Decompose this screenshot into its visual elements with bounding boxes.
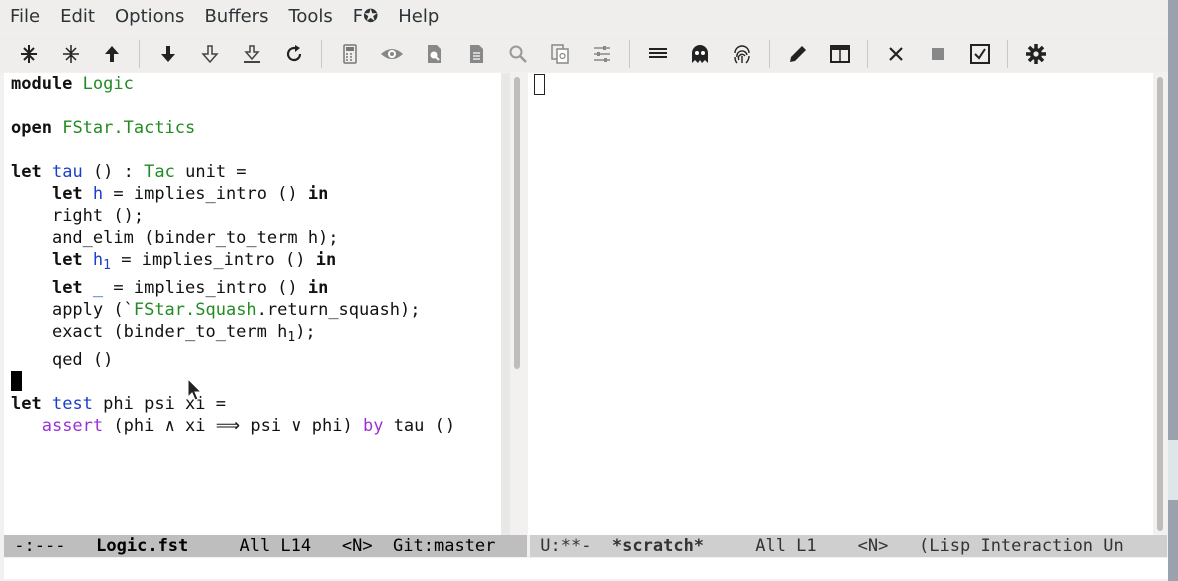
menu-file[interactable]: File xyxy=(0,0,50,33)
window-icon[interactable] xyxy=(827,41,853,67)
scrollbar-right[interactable] xyxy=(1153,73,1167,535)
checkbox-icon[interactable] xyxy=(967,41,993,67)
window-divider[interactable] xyxy=(501,73,510,535)
toolbar xyxy=(0,34,1168,72)
magnify-icon[interactable] xyxy=(505,41,531,67)
menu-options[interactable]: Options xyxy=(105,0,194,33)
list-icon[interactable] xyxy=(645,41,671,67)
fingerprint-icon[interactable] xyxy=(729,41,755,67)
calculator-icon[interactable] xyxy=(337,41,363,67)
ghost-icon[interactable] xyxy=(687,41,713,67)
buffer-position: All L14 xyxy=(239,536,312,556)
scrollbar-thumb[interactable] xyxy=(1157,77,1163,531)
git-branch[interactable]: Git:master xyxy=(393,536,495,556)
scrollbar-thumb[interactable] xyxy=(514,77,520,369)
arrow-up-icon[interactable] xyxy=(99,41,125,67)
minibuffer[interactable] xyxy=(4,558,1168,579)
eye-icon[interactable] xyxy=(379,41,405,67)
buffer-status: -:--- xyxy=(14,536,66,556)
skip-to-bottom-icon[interactable] xyxy=(16,41,42,67)
sliders-icon[interactable] xyxy=(589,41,615,67)
zoom-page-icon[interactable] xyxy=(421,41,447,67)
code-line: let h1 = implies_intro () in xyxy=(51,250,337,273)
desktop-background xyxy=(1168,0,1178,581)
buffer-position: All L1 xyxy=(755,536,817,556)
reload-icon[interactable] xyxy=(281,41,307,67)
code-line: assert (phi ∧ xi ⟹ psi ∨ phi) by tau () xyxy=(41,416,456,436)
text-cursor xyxy=(11,371,22,391)
menu-fstar[interactable]: F✪ xyxy=(343,0,388,33)
mouse-pointer-icon xyxy=(187,377,203,406)
scrollbar-left[interactable] xyxy=(510,73,524,535)
code-line xyxy=(11,371,22,393)
code-line: apply (`FStar.Squash.return_squash); xyxy=(51,300,421,320)
code-line: exact (binder_to_term h1); xyxy=(51,322,316,345)
buffer-name[interactable]: *scratch* xyxy=(612,536,704,556)
code-area[interactable]: module Logic open FStar.Tactics let tau … xyxy=(11,73,455,436)
code-line: qed () xyxy=(51,350,114,370)
buffer-name[interactable]: Logic.fst xyxy=(96,536,188,556)
menu-edit[interactable]: Edit xyxy=(50,0,105,33)
close-icon[interactable] xyxy=(883,41,909,67)
document-icon[interactable] xyxy=(463,41,489,67)
major-mode[interactable]: (Lisp Interaction Un xyxy=(919,536,1124,556)
code-line: module Logic xyxy=(11,74,134,94)
gear-icon[interactable] xyxy=(1023,41,1049,67)
pencil-icon[interactable] xyxy=(785,41,811,67)
buffer-status: U:**- xyxy=(540,536,592,556)
arrow-down-icon[interactable] xyxy=(155,41,181,67)
arrow-down-outline-icon[interactable] xyxy=(197,41,223,67)
mode-line-right[interactable]: U:**- *scratch* All L1 <N> (Lisp Interac… xyxy=(530,535,1167,557)
code-line: and_elim (binder_to_term h); xyxy=(51,228,339,248)
menu-buffers[interactable]: Buffers xyxy=(194,0,278,33)
mode-line-left[interactable]: -:--- Logic.fst All L14 <N> Git:master xyxy=(4,535,527,557)
collapse-icon[interactable] xyxy=(58,41,84,67)
input-mode: <N> xyxy=(857,536,889,556)
editor-window-right[interactable] xyxy=(528,73,1153,535)
code-line: let h = implies_intro () in xyxy=(51,184,329,204)
menu-tools[interactable]: Tools xyxy=(278,0,342,33)
code-line: let _ = implies_intro () in xyxy=(51,278,329,298)
text-cursor-inactive xyxy=(534,74,545,95)
copy-icon[interactable] xyxy=(547,41,573,67)
stop-icon[interactable] xyxy=(925,41,951,67)
arrow-to-bottom-icon[interactable] xyxy=(239,41,265,67)
input-mode: <N> xyxy=(341,536,373,556)
code-line: open FStar.Tactics xyxy=(11,118,196,138)
code-line: let tau () : Tac unit = xyxy=(11,162,247,182)
menu-help[interactable]: Help xyxy=(388,0,449,33)
menu-bar: File Edit Options Buffers Tools F✪ Help xyxy=(0,0,1168,33)
code-line: right (); xyxy=(51,206,145,226)
